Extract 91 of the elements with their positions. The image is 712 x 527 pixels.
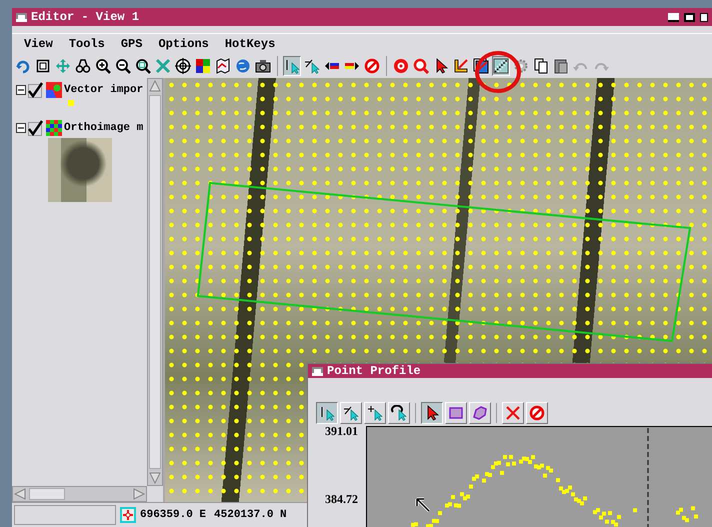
- polygon-icon: [472, 405, 488, 421]
- northing-text: 4520137.0 N: [214, 509, 287, 521]
- zoom-in-icon: [95, 58, 111, 74]
- pointer-icon: [319, 405, 335, 421]
- pages-icon: [533, 58, 549, 74]
- clipboard-icon: [553, 58, 569, 74]
- axis-label: 384.72: [325, 492, 358, 507]
- prohibited-button[interactable]: [363, 56, 381, 76]
- layers-icon: [473, 58, 489, 74]
- bullseye-icon: [393, 58, 409, 74]
- dotted-line-button[interactable]: [492, 56, 510, 76]
- zoom-box-icon: [135, 58, 151, 74]
- square-icon: [35, 58, 51, 74]
- layer-name[interactable]: Orthoimage m: [64, 122, 144, 134]
- layers-button[interactable]: [472, 56, 490, 76]
- window-title: Point Profile: [327, 364, 421, 378]
- raster-layer-icon: [46, 120, 62, 136]
- bullseye-button[interactable]: [392, 56, 410, 76]
- pointer-minus-button[interactable]: [340, 402, 362, 424]
- pages-button[interactable]: [532, 56, 550, 76]
- highlight-circle: [474, 50, 522, 94]
- minimize-button[interactable]: [667, 12, 680, 22]
- menu-item[interactable]: View: [24, 37, 53, 51]
- maximize-button[interactable]: [683, 12, 696, 22]
- crosshair-button[interactable]: [120, 507, 136, 523]
- cog-icon: [513, 58, 529, 74]
- pointer-minus-icon: [304, 58, 320, 74]
- dotted-line-icon: [493, 58, 509, 74]
- menu-item[interactable]: Options: [158, 37, 209, 51]
- cross-arrows-icon: [155, 58, 171, 74]
- target-icon: [175, 58, 191, 74]
- cross-icon: [505, 405, 521, 421]
- prohibited-button[interactable]: [526, 402, 548, 424]
- menu-item[interactable]: Tools: [68, 37, 105, 51]
- photo-placeholder: [48, 138, 112, 202]
- pan-icon: [55, 58, 71, 74]
- scroll-left-icon[interactable]: [13, 487, 27, 501]
- check-mark-icon[interactable]: [28, 82, 44, 98]
- window-title: Editor - View 1: [31, 10, 140, 24]
- close-button[interactable]: [699, 12, 709, 22]
- pointer-undo-icon: [391, 405, 407, 421]
- point-legend-icon: [68, 100, 74, 106]
- check-mark-icon[interactable]: [28, 120, 44, 136]
- axis-label: 391.01: [325, 424, 358, 439]
- scroll-thumb[interactable]: [29, 488, 65, 500]
- pointer-minus-icon: [343, 405, 359, 421]
- zoom-out-icon: [115, 58, 131, 74]
- pointer-undo-button[interactable]: [388, 402, 410, 424]
- prohibited-icon: [529, 405, 545, 421]
- map-icon: [215, 58, 231, 74]
- crosshair-icon: [122, 509, 134, 521]
- rotate-icon: [15, 58, 31, 74]
- rectangle-icon: [448, 405, 464, 421]
- zoom-out-button[interactable]: [114, 56, 132, 76]
- scroll-down-icon[interactable]: [148, 471, 162, 485]
- map-button[interactable]: [214, 56, 232, 76]
- pointer-button[interactable]: [316, 402, 338, 424]
- collapse-icon[interactable]: [16, 85, 26, 95]
- menu-item[interactable]: HotKeys: [224, 37, 276, 51]
- vector-layer-icon: [46, 82, 62, 98]
- scroll-right-icon[interactable]: [132, 487, 146, 501]
- camera-icon: [255, 58, 271, 74]
- menu-item[interactable]: GPS: [120, 37, 142, 51]
- ruler-icon: [453, 58, 469, 74]
- vertical-scrollbar[interactable]: [147, 78, 163, 486]
- magnifier-button[interactable]: [412, 56, 430, 76]
- pointer-button[interactable]: [283, 56, 301, 76]
- window-menu-button[interactable]: [311, 366, 324, 376]
- pointer-icon: [284, 58, 300, 74]
- target-button[interactable]: [174, 56, 192, 76]
- color-squares-icon: [195, 58, 211, 74]
- prohibited-icon: [364, 58, 380, 74]
- magnifier-icon: [413, 58, 429, 74]
- layer-name[interactable]: Vector impor: [64, 84, 144, 96]
- zoom-box-button[interactable]: [134, 56, 152, 76]
- zoom-in-button[interactable]: [94, 56, 112, 76]
- scroll-up-icon[interactable]: [148, 79, 162, 93]
- pointer-plus-button[interactable]: [364, 402, 386, 424]
- horizontal-scrollbar[interactable]: [12, 486, 147, 502]
- globe-icon: [235, 58, 251, 74]
- cross-button[interactable]: [502, 402, 524, 424]
- color-squares-button[interactable]: [194, 56, 212, 76]
- easting-text: 696359.0 E: [140, 509, 206, 521]
- polygon-button[interactable]: [469, 402, 491, 424]
- pointer-plus-icon: [367, 405, 383, 421]
- arrow-pointer-button[interactable]: [421, 402, 443, 424]
- scroll-thumb[interactable]: [149, 95, 161, 469]
- collapse-icon[interactable]: [16, 123, 26, 133]
- rectangle-button[interactable]: [445, 402, 467, 424]
- binoculars-icon: [75, 58, 91, 74]
- window-menu-button[interactable]: [15, 12, 28, 22]
